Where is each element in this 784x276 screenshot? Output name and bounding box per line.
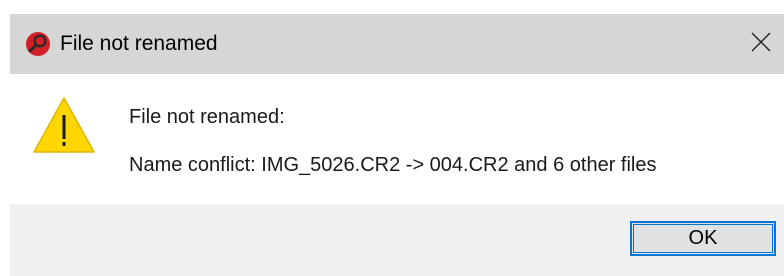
title-bar[interactable]: File not renamed <box>10 14 784 74</box>
ok-button[interactable]: OK <box>630 221 776 256</box>
warning-icon <box>31 95 97 155</box>
button-bar: OK <box>10 204 784 276</box>
red-magnifier-icon <box>25 31 51 57</box>
message-area: File not renamed: Name conflict: IMG_502… <box>10 74 784 204</box>
window-title: File not renamed <box>60 32 218 55</box>
file-not-renamed-dialog: File not renamed File not renamed: Name … <box>10 14 784 276</box>
close-icon <box>750 31 772 58</box>
message-detail: Name conflict: IMG_5026.CR2 -> 004.CR2 a… <box>129 154 657 176</box>
close-button[interactable] <box>738 14 784 74</box>
message-heading: File not renamed: <box>129 106 285 128</box>
